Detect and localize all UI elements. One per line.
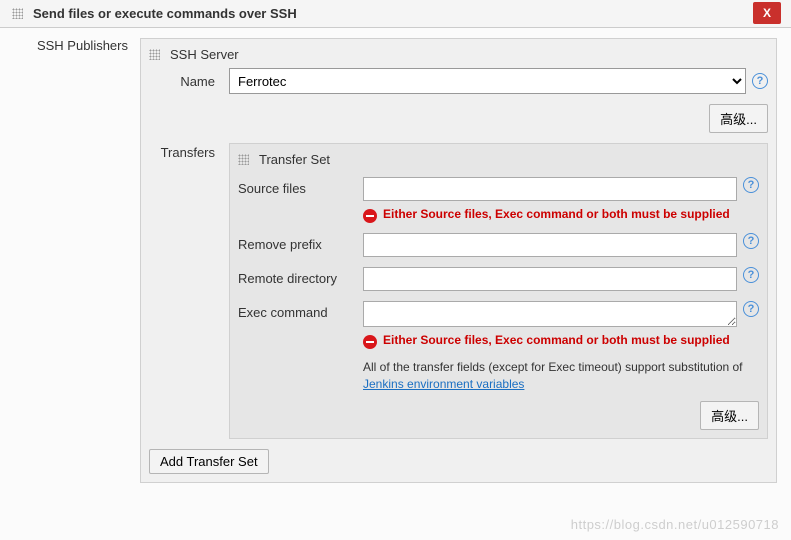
exec-command-label: Exec command [238,301,363,320]
ssh-server-container: SSH Server Name Ferrotec ? 高级... Transfe… [140,38,777,483]
ssh-publishers-label: SSH Publishers [37,38,128,53]
remote-directory-input[interactable] [363,267,737,291]
advanced-button[interactable]: 高级... [700,401,759,430]
error-icon [363,209,377,223]
help-icon[interactable]: ? [743,267,759,283]
add-transfer-set-button[interactable]: Add Transfer Set [149,449,269,474]
remove-prefix-input[interactable] [363,233,737,257]
ssh-server-title: SSH Server [170,47,239,62]
advanced-button[interactable]: 高级... [709,104,768,133]
error-text: Either Source files, Exec command or bot… [383,333,730,348]
help-icon[interactable]: ? [743,177,759,193]
help-icon[interactable]: ? [752,73,768,89]
source-files-label: Source files [238,177,363,196]
help-note-text: All of the transfer fields (except for E… [363,360,743,374]
transfer-set-container: Transfer Set Source files ? Either Sourc… [229,143,768,439]
remote-directory-label: Remote directory [238,267,363,286]
transfer-set-title: Transfer Set [259,152,330,167]
env-vars-link[interactable]: Jenkins environment variables [363,377,524,391]
name-label: Name [149,74,229,89]
error-text: Either Source files, Exec command or bot… [383,207,730,222]
remove-prefix-label: Remove prefix [238,233,363,252]
exec-command-input[interactable] [363,301,737,327]
error-icon [363,335,377,349]
drag-handle-icon[interactable] [12,8,23,19]
drag-handle-icon[interactable] [149,49,160,60]
help-note: All of the transfer fields (except for E… [363,359,759,393]
source-files-input[interactable] [363,177,737,201]
header-title: Send files or execute commands over SSH [33,6,297,21]
help-icon[interactable]: ? [743,233,759,249]
validation-error: Either Source files, Exec command or bot… [363,333,759,349]
transfers-label: Transfers [149,143,229,439]
section-header: Send files or execute commands over SSH … [0,0,791,28]
close-button[interactable]: X [753,2,781,24]
drag-handle-icon[interactable] [238,154,249,165]
name-select[interactable]: Ferrotec [229,68,746,94]
validation-error: Either Source files, Exec command or bot… [363,207,759,223]
help-icon[interactable]: ? [743,301,759,317]
watermark: https://blog.csdn.net/u012590718 [571,517,779,532]
